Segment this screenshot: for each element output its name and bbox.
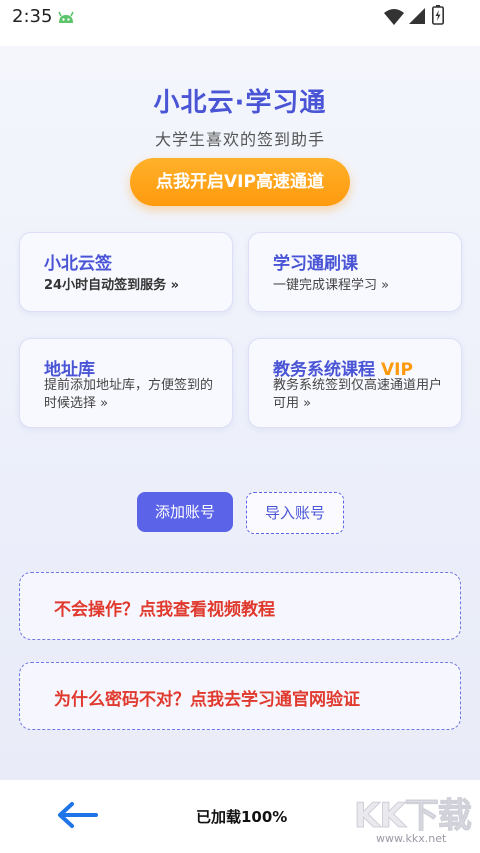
battery-icon bbox=[432, 5, 444, 25]
android-icon bbox=[58, 11, 74, 23]
card-address-library[interactable]: 地址库 提前添加地址库，方便签到的时候选择 » bbox=[19, 338, 233, 428]
app-title: 小北云·学习通 bbox=[153, 88, 327, 118]
kk-watermark-logo: KK下载 www.kkx.net bbox=[352, 788, 480, 848]
main-content: 小北云·学习通 大学生喜欢的签到助手 点我开启VIP高速通道 小北云签 24小时… bbox=[0, 46, 480, 780]
load-status: 已加载100% bbox=[196, 808, 288, 826]
vip-channel-button[interactable]: 点我开启VIP高速通道 bbox=[130, 158, 350, 206]
tutorial-text: 不会操作？点我查看视频教程 bbox=[54, 600, 275, 620]
add-account-button[interactable]: 添加账号 bbox=[137, 492, 233, 532]
card-title: 学习通刷课 bbox=[273, 254, 358, 274]
video-tutorial-link[interactable]: 不会操作？点我查看视频教程 bbox=[19, 572, 461, 640]
bottom-bar: 已加载100% KK下载 www.kkx.net bbox=[0, 780, 480, 853]
status-bar: 2:35 bbox=[0, 0, 480, 34]
card-desc: 提前添加地址库，方便签到的时候选择 » bbox=[44, 378, 214, 411]
back-arrow-icon[interactable] bbox=[56, 800, 98, 830]
app-subtitle: 大学生喜欢的签到助手 bbox=[154, 130, 325, 149]
card-course-brush[interactable]: 学习通刷课 一键完成课程学习 » bbox=[248, 232, 462, 312]
card-desc: 一键完成课程学习 » bbox=[273, 278, 390, 293]
card-xiaobei-sign[interactable]: 小北云签 24小时自动签到服务 » bbox=[19, 232, 233, 312]
watermark-text: KK下载 bbox=[354, 796, 473, 837]
verify-text: 为什么密码不对？点我去学习通官网验证 bbox=[54, 690, 360, 710]
card-desc: 24小时自动签到服务 » bbox=[44, 278, 180, 293]
card-academic-courses[interactable]: 教务系统课程 VIP 教务系统签到仅高速通道用户可用 » bbox=[248, 338, 462, 428]
signal-icon bbox=[409, 8, 425, 24]
wifi-icon bbox=[384, 9, 404, 25]
card-desc: 教务系统签到仅高速通道用户可用 » bbox=[273, 378, 443, 411]
card-title: 小北云签 bbox=[44, 254, 112, 274]
watermark-url: www.kkx.net bbox=[376, 832, 447, 845]
verify-password-link[interactable]: 为什么密码不对？点我去学习通官网验证 bbox=[19, 662, 461, 730]
status-time: 2:35 bbox=[12, 6, 53, 27]
import-account-button[interactable]: 导入账号 bbox=[246, 492, 344, 534]
